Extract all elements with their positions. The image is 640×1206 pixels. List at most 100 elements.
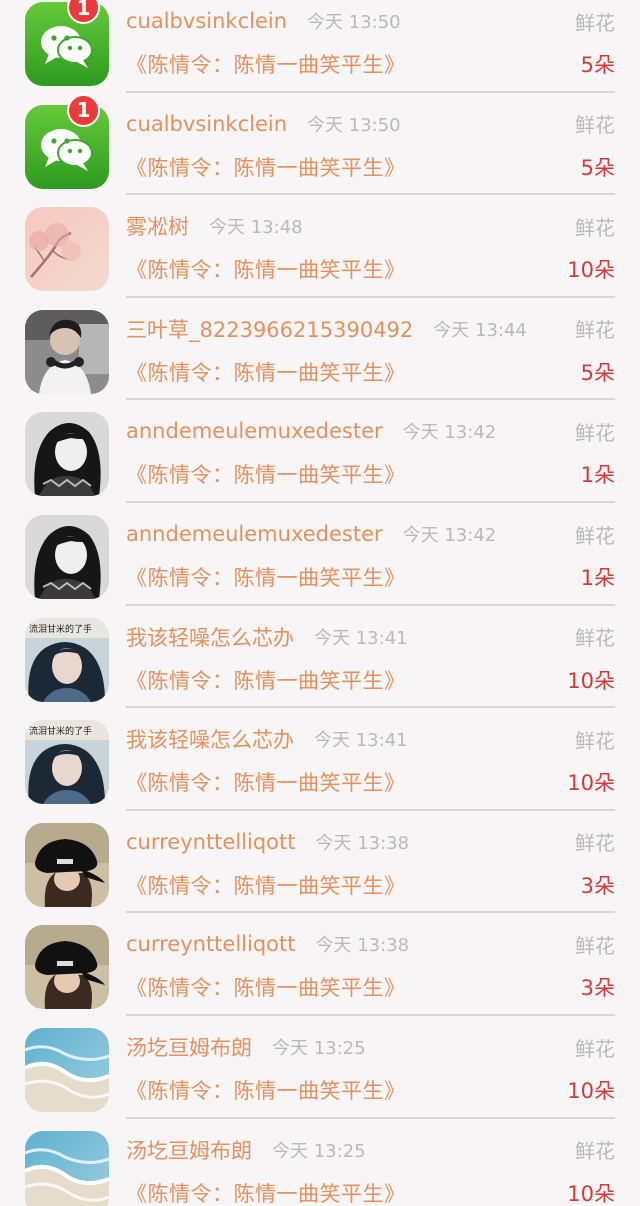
gift-record-item[interactable]: 汤圪亘姆布朗 今天 13:25 鲜花 《陈情令：陈情一曲笑平生》 10朵 [0,1119,640,1206]
show-title-link[interactable]: 《陈情令：陈情一曲笑平生》 [126,972,406,1002]
avatar[interactable] [25,822,109,907]
black-cap-icon [25,925,109,1010]
avatar[interactable] [25,515,109,599]
item-content: anndemeulemuxedester 今天 13:42 鲜花《陈情令：陈情一曲笑… [126,400,615,503]
item-detail-row: 《陈情令：陈情一曲笑平生》 10朵 [126,1175,615,1206]
timestamp: 今天 13:42 [402,525,497,546]
item-detail-row: 《陈情令：陈情一曲笑平生》 1朵 [126,456,615,492]
sender-name[interactable]: 我该轻噪怎么芯办 [126,724,294,754]
avatar[interactable] [25,412,109,497]
item-detail-row: 《陈情令：陈情一曲笑平生》 10朵 [126,1072,615,1108]
show-title-link[interactable]: 《陈情令：陈情一曲笑平生》 [126,665,406,695]
timestamp: 今天 13:44 [433,319,527,341]
show-title-link[interactable]: 《陈情令：陈情一曲笑平生》 [126,49,406,79]
item-detail-row: 《陈情令：陈情一曲笑平生》 3朵 [126,867,615,903]
item-detail-row: 《陈情令：陈情一曲笑平生》 1朵 [126,559,615,595]
gift-type-label: 鲜花 [575,933,615,958]
item-content: 我该轻噪怎么芯办 今天 13:41 鲜花《陈情令：陈情一曲笑平生》 10朵 [126,606,615,709]
gift-record-item[interactable]: 1 cualbvsinkclein 今天 13:50 鲜花 《陈情令：陈情一曲笑平生》 5… [0,0,640,93]
gift-type-label: 鲜花 [575,113,615,138]
item-content: 我该轻噪怎么芯办 今天 13:41 鲜花《陈情令：陈情一曲笑平生》 10朵 [126,708,615,811]
item-header-row: 我该轻噪怎么芯办 今天 13:41 鲜花 [126,722,615,756]
gift-type-label: 鲜花 [575,728,615,753]
gift-amount: 3朵 [580,873,615,898]
gift-type-label: 鲜花 [575,523,615,548]
item-content: cualbvsinkclein 今天 13:50 鲜花《陈情令：陈情一曲笑平生》 5朵 [126,93,615,196]
gift-type-label: 鲜花 [575,831,615,856]
item-header-row: 我该轻噪怎么芯办 今天 13:41 鲜花 [126,620,615,654]
show-title-link[interactable]: 《陈情令：陈情一曲笑平生》 [126,870,406,900]
gift-record-item[interactable]: 三叶草_8223966215390492 今天 13:44 鲜花 《陈情令：陈情一曲笑… [0,298,640,401]
gift-amount: 10朵 [567,1079,615,1103]
show-title-link[interactable]: 《陈情令：陈情一曲笑平生》 [126,254,406,284]
gift-type-label: 鲜花 [575,626,615,651]
sender-name[interactable]: curreynttelliqott [126,830,296,854]
item-detail-row: 《陈情令：陈情一曲笑平生》 5朵 [126,354,615,390]
unread-badge: 1 [67,93,100,127]
sender-name[interactable]: anndemeulemuxedester [126,522,383,546]
pink-tree-icon [25,207,109,292]
item-header-row: anndemeulemuxedester 今天 13:42 鲜花 [126,414,615,448]
girl-blue-icon: 流泪甘米的了手 [25,720,109,805]
gift-amount: 10朵 [567,771,615,796]
sender-name[interactable]: 汤圪亘姆布朗 [126,1135,252,1165]
show-title-link[interactable]: 《陈情令：陈情一曲笑平生》 [126,1075,406,1105]
gift-record-item[interactable]: 流泪甘米的了手 我该轻噪怎么芯办 今天 13:41 鲜花《陈情令：陈情一曲笑平生》 10… [0,708,640,811]
item-content: cualbvsinkclein 今天 13:50 鲜花 《陈情令：陈情一曲笑平生》 5朵 [126,0,615,93]
timestamp: 今天 13:38 [315,935,410,957]
gift-record-item[interactable]: curreynttelliqott 今天 13:38 鲜花《陈情令：陈情一曲笑平生》… [0,913,640,1016]
gift-amount: 5朵 [580,53,615,77]
item-content: 三叶草_8223966215390492 今天 13:44 鲜花 《陈情令：陈情一曲笑… [126,298,615,401]
gift-record-item[interactable]: 汤圪亘姆布朗 今天 13:25 鲜花 《陈情令：陈情一曲笑平生》 10朵 [0,1016,640,1119]
timestamp: 今天 13:42 [402,422,497,444]
item-header-row: curreynttelliqott 今天 13:38 鲜花 [126,927,615,961]
timestamp: 今天 13:50 [307,114,401,136]
item-header-row: 汤圪亘姆布朗 今天 13:25 鲜花 [126,1133,615,1167]
avatar[interactable] [25,1130,109,1206]
item-content: 雾凇树 今天 13:48 鲜花 《陈情令：陈情一曲笑平生》 10朵 [126,195,615,298]
gift-amount: 3朵 [580,976,615,1001]
timestamp: 今天 13:50 [307,12,401,33]
gift-type-label: 鲜花 [575,1139,615,1164]
sender-name[interactable]: 雾凇树 [126,211,189,241]
item-header-row: cualbvsinkclein 今天 13:50 鲜花 [126,107,615,141]
gift-type-label: 鲜花 [575,1036,615,1061]
gift-record-item[interactable]: 流泪甘米的了手 我该轻噪怎么芯办 今天 13:41 鲜花《陈情令：陈情一曲笑平生》 10… [0,606,640,709]
gift-record-list: 1 cualbvsinkclein 今天 13:50 鲜花 《陈情令：陈情一曲笑平生》 5… [0,0,640,1206]
gift-record-item[interactable]: anndemeulemuxedester 今天 13:42 鲜花《陈情令：陈情一曲笑… [0,503,640,606]
avatar[interactable] [25,309,109,394]
show-title-link[interactable]: 《陈情令：陈情一曲笑平生》 [126,767,406,797]
gift-record-item[interactable]: anndemeulemuxedester 今天 13:42 鲜花《陈情令：陈情一曲笑… [0,400,640,503]
item-header-row: cualbvsinkclein 今天 13:50 鲜花 [126,4,615,38]
gift-record-item[interactable]: 雾凇树 今天 13:48 鲜花 《陈情令：陈情一曲笑平生》 10朵 [0,195,640,298]
item-detail-row: 《陈情令：陈情一曲笑平生》 10朵 [126,662,615,698]
gift-type-label: 鲜花 [575,420,615,445]
item-content: 汤圪亘姆布朗 今天 13:25 鲜花 《陈情令：陈情一曲笑平生》 10朵 [126,1119,615,1206]
avatar[interactable] [25,1028,109,1112]
show-title-link[interactable]: 《陈情令：陈情一曲笑平生》 [126,1178,406,1206]
show-title-link[interactable]: 《陈情令：陈情一曲笑平生》 [126,152,406,182]
avatar[interactable]: 流泪甘米的了手 [25,617,109,702]
sender-name[interactable]: anndemeulemuxedester [126,419,383,443]
timestamp: 今天 13:41 [314,627,408,649]
item-header-row: 三叶草_8223966215390492 今天 13:44 鲜花 [126,312,615,346]
sender-name[interactable]: 三叶草_8223966215390492 [126,314,413,344]
avatar[interactable]: 流泪甘米的了手 [25,720,109,805]
item-content: curreynttelliqott 今天 13:38 鲜花 《陈情令：陈情一曲笑平生》… [126,811,615,914]
sender-name[interactable]: cualbvsinkclein [126,112,287,136]
item-content: anndemeulemuxedester 今天 13:42 鲜花《陈情令：陈情一曲笑… [126,503,615,606]
show-title-link[interactable]: 《陈情令：陈情一曲笑平生》 [126,459,406,489]
svg-text:流泪甘米的了手: 流泪甘米的了手 [29,725,92,737]
sender-name[interactable]: cualbvsinkclein [126,9,287,33]
gift-amount: 10朵 [567,258,615,283]
avatar[interactable] [25,925,109,1010]
item-detail-row: 《陈情令：陈情一曲笑平生》 5朵 [126,149,615,185]
show-title-link[interactable]: 《陈情令：陈情一曲笑平生》 [126,357,406,387]
sender-name[interactable]: 我该轻噪怎么芯办 [126,622,294,652]
avatar[interactable] [25,207,109,292]
show-title-link[interactable]: 《陈情令：陈情一曲笑平生》 [126,562,406,592]
gift-record-item[interactable]: curreynttelliqott 今天 13:38 鲜花 《陈情令：陈情一曲笑平生》… [0,811,640,914]
sender-name[interactable]: 汤圪亘姆布朗 [126,1032,252,1062]
sender-name[interactable]: curreynttelliqott [126,932,296,956]
gift-record-item[interactable]: 1 cualbvsinkclein 今天 13:50 鲜花《陈情令：陈情一曲笑平生》 5… [0,93,640,196]
